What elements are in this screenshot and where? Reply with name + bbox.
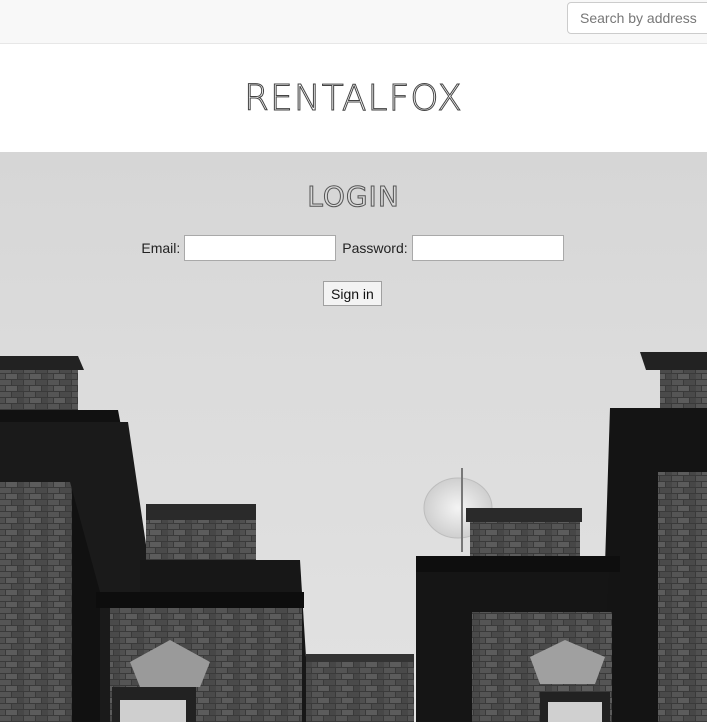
password-label: Password: xyxy=(342,240,408,256)
email-field[interactable] xyxy=(184,235,337,261)
search-address-input[interactable] xyxy=(567,2,707,34)
hero-section: LOGIN Email: Password: Sign in xyxy=(0,152,707,722)
center-building xyxy=(306,654,414,722)
rentalfox-logo[interactable]: RENTALFOX xyxy=(0,78,707,120)
top-navbar xyxy=(0,0,707,44)
login-form: Email: Password: xyxy=(0,235,707,261)
left-building xyxy=(0,356,310,722)
login-title: LOGIN xyxy=(307,180,400,214)
email-label: Email: xyxy=(141,240,181,256)
sign-in-button[interactable]: Sign in xyxy=(323,281,382,306)
password-field[interactable] xyxy=(411,235,564,261)
